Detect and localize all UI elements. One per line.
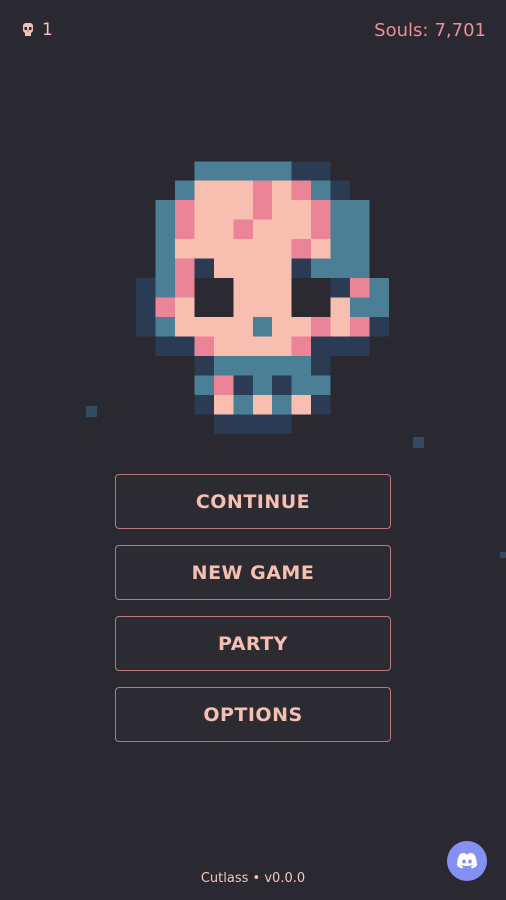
particle: [500, 552, 506, 558]
app-version: v0.0.0: [264, 871, 306, 886]
skull-icon: [23, 23, 33, 36]
particle: [86, 406, 97, 417]
souls-label: Souls:: [374, 20, 429, 41]
souls-counter: Souls: 7,701: [374, 20, 486, 41]
app-name: Cutlass: [200, 871, 249, 886]
lives-count: 1: [42, 20, 53, 40]
particle: [413, 437, 424, 448]
options-button[interactable]: OPTIONS: [115, 687, 391, 742]
main-menu: CONTINUE NEW GAME PARTY OPTIONS: [115, 474, 391, 742]
pixel-skull-icon: [136, 161, 389, 434]
footer-separator: •: [252, 871, 261, 886]
continue-button[interactable]: CONTINUE: [115, 474, 391, 529]
new-game-button[interactable]: NEW GAME: [115, 545, 391, 600]
discord-button[interactable]: [447, 841, 487, 881]
party-button[interactable]: PARTY: [115, 616, 391, 671]
discord-icon: [457, 852, 477, 868]
lives-counter: 1: [20, 20, 53, 40]
version-footer: Cutlass • v0.0.0: [0, 871, 506, 886]
souls-value: 7,701: [434, 20, 486, 41]
